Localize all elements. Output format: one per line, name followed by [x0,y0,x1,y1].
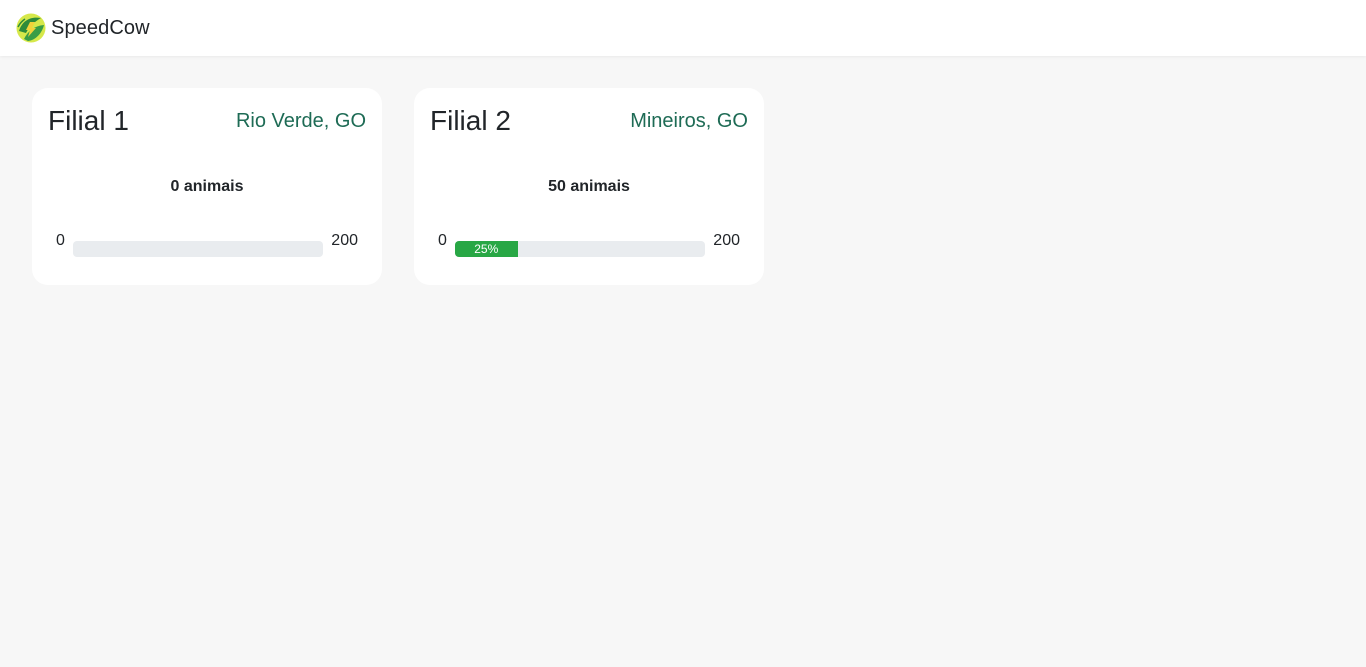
branch-card[interactable]: Filial 1 Rio Verde, GO 0 animais 0 200 [32,88,382,285]
branch-location: Rio Verde, GO [235,110,366,132]
capacity-progress [73,241,323,257]
capacity-progress: 25% [455,241,705,257]
top-navbar: SpeedCow [0,0,1366,56]
range-max-label: 200 [713,232,740,249]
animal-count: 50 animais [548,178,630,195]
branch-title: Filial 2 [430,105,511,136]
range-min-label: 0 [56,232,65,249]
branch-card[interactable]: Filial 2 Mineiros, GO 50 animais 0 25% 2… [414,88,764,285]
range-max-label: 200 [331,232,358,249]
capacity-progress-fill: 25% [455,241,518,257]
brand-link[interactable]: SpeedCow [16,13,150,43]
animal-count: 0 animais [170,178,244,195]
range-min-label: 0 [438,232,447,249]
branch-cards: Filial 1 Rio Verde, GO 0 animais 0 200 F… [32,88,764,285]
speedcow-logo-icon [16,13,46,43]
brand-name: SpeedCow [51,16,150,39]
branch-title: Filial 1 [48,105,129,136]
branch-location: Mineiros, GO [630,110,748,132]
